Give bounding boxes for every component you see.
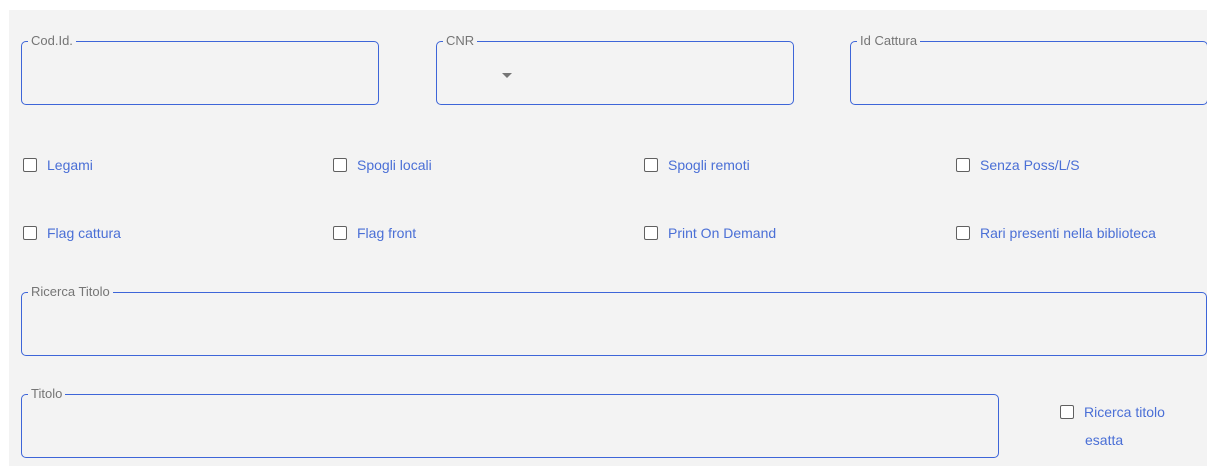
- checkbox-rari-presenti[interactable]: Rari presenti nella biblioteca: [956, 225, 1156, 241]
- cod-id-label: Cod.Id.: [31, 33, 73, 48]
- id-cattura-input[interactable]: [863, 74, 1195, 96]
- titolo-input[interactable]: [34, 427, 986, 449]
- ricerca-titolo-input[interactable]: [34, 325, 1194, 347]
- checkbox-ricerca-titolo-esatta[interactable]: Ricerca titolo esatta: [1060, 404, 1200, 448]
- cod-id-input[interactable]: [34, 74, 366, 96]
- checkbox-label: Flag front: [357, 225, 417, 241]
- id-cattura-label: Id Cattura: [860, 33, 918, 48]
- dropdown-arrow-icon[interactable]: [502, 73, 512, 78]
- checkbox-print-on-demand[interactable]: Print On Demand: [644, 225, 776, 241]
- checkbox-label-line1: Ricerca titolo: [1084, 404, 1165, 420]
- checkbox-legami[interactable]: Legami: [23, 157, 93, 173]
- checkbox-square-icon[interactable]: [23, 226, 37, 240]
- checkbox-label: Flag cattura: [47, 225, 121, 241]
- checkbox-square-icon[interactable]: [23, 158, 37, 172]
- checkbox-label: Rari presenti nella biblioteca: [980, 225, 1156, 241]
- titolo-label: Titolo: [31, 386, 63, 401]
- titolo-field[interactable]: Titolo: [21, 387, 999, 458]
- checkbox-square-icon[interactable]: [644, 226, 658, 240]
- checkbox-flag-cattura[interactable]: Flag cattura: [23, 225, 121, 241]
- checkbox-spogli-locali[interactable]: Spogli locali: [333, 157, 432, 173]
- checkbox-square-icon[interactable]: [956, 158, 970, 172]
- checkbox-spogli-remoti[interactable]: Spogli remoti: [644, 157, 750, 173]
- checkbox-square-icon[interactable]: [644, 158, 658, 172]
- checkbox-label: Legami: [47, 157, 93, 173]
- checkbox-label: Spogli remoti: [668, 157, 750, 173]
- ricerca-titolo-label: Ricerca Titolo: [31, 284, 110, 299]
- checkbox-square-icon[interactable]: [333, 226, 347, 240]
- checkbox-senza-poss[interactable]: Senza Poss/L/S: [956, 157, 1080, 173]
- checkbox-label: Print On Demand: [668, 225, 777, 241]
- cnr-select[interactable]: CNR: [436, 34, 794, 105]
- id-cattura-field[interactable]: Id Cattura: [850, 34, 1207, 105]
- checkbox-square-icon[interactable]: [1060, 405, 1074, 419]
- ricerca-titolo-field[interactable]: Ricerca Titolo: [21, 285, 1207, 356]
- checkbox-flag-front[interactable]: Flag front: [333, 225, 416, 241]
- cnr-label: CNR: [446, 33, 475, 48]
- checkbox-square-icon[interactable]: [333, 158, 347, 172]
- checkbox-label: Spogli locali: [357, 157, 432, 173]
- cod-id-field[interactable]: Cod.Id.: [21, 34, 379, 105]
- checkbox-label: Senza Poss/L/S: [980, 157, 1080, 173]
- checkbox-square-icon[interactable]: [956, 226, 970, 240]
- checkbox-label-line2: esatta: [1085, 432, 1124, 448]
